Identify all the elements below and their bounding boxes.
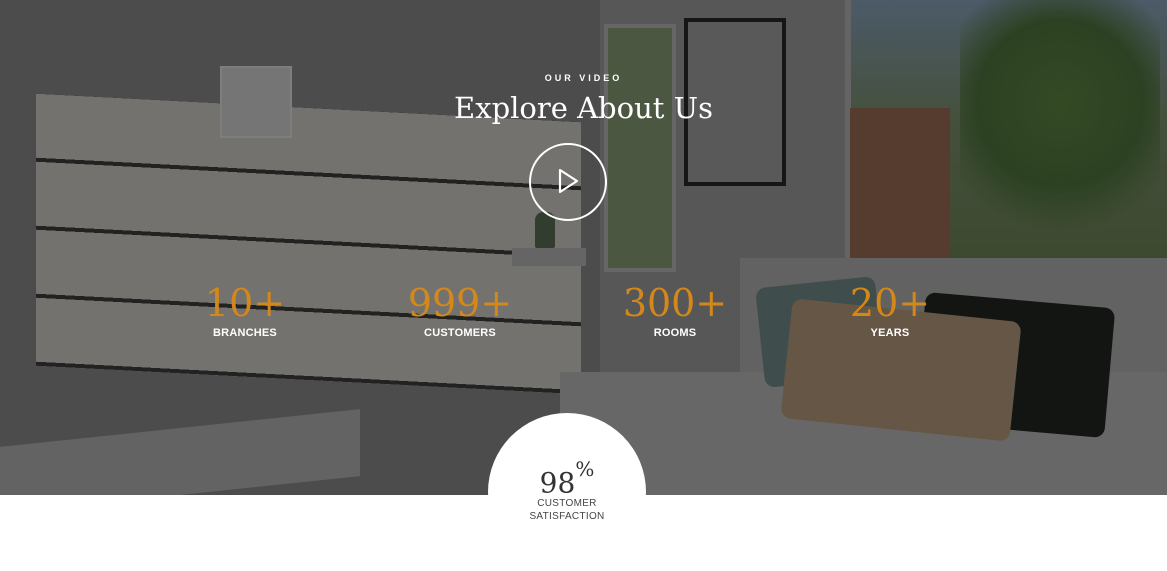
section-title: Explore About Us <box>454 91 713 125</box>
section-eyebrow: OUR VIDEO <box>544 73 623 83</box>
stat-label: CUSTOMERS <box>424 327 496 339</box>
stat-years: 20+ YEARS <box>790 280 990 339</box>
play-video-button[interactable] <box>529 143 607 221</box>
satisfaction-number: 98 <box>539 466 576 500</box>
satisfaction-value: 98% <box>488 457 646 501</box>
stat-customers: 999+ CUSTOMERS <box>360 280 560 339</box>
stat-label: BRANCHES <box>213 327 277 339</box>
satisfaction-unit: % <box>575 457 595 481</box>
stat-branches: 10+ BRANCHES <box>145 280 345 339</box>
stat-value: 999+ <box>407 281 513 325</box>
stat-rooms: 300+ ROOMS <box>575 280 775 339</box>
stat-label: ROOMS <box>653 327 697 339</box>
stat-value: 300+ <box>622 281 728 325</box>
satisfaction-label: CUSTOMER SATISFACTION <box>529 498 605 522</box>
stat-value: 10+ <box>204 281 286 325</box>
stat-value: 20+ <box>849 281 931 325</box>
satisfaction-badge: 98% CUSTOMER SATISFACTION <box>488 413 646 571</box>
stat-label: YEARS <box>870 327 910 339</box>
play-icon <box>558 168 579 194</box>
